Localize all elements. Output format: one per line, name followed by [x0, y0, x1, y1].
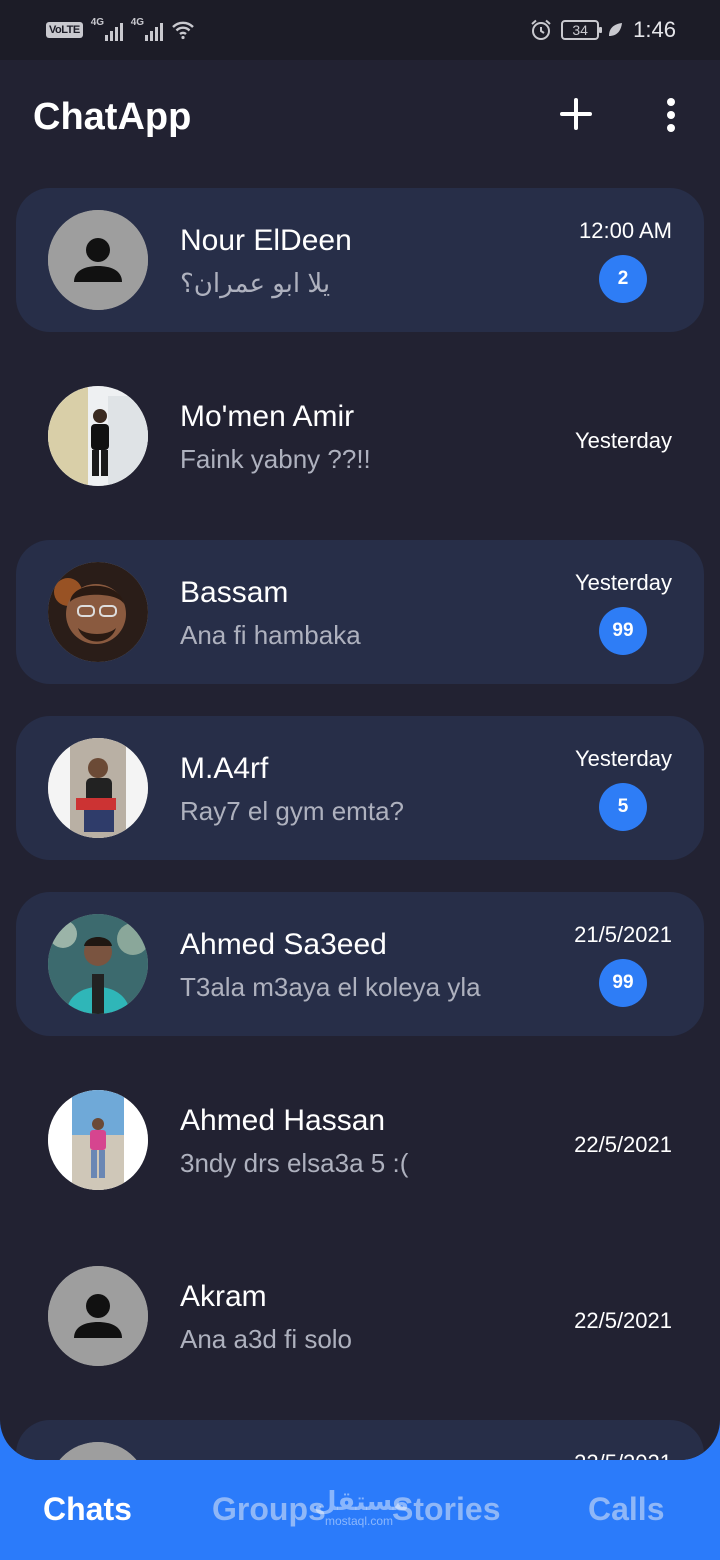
- signal-icon: 4G: [90, 17, 123, 41]
- last-message: 3ndy drs elsa3a 5 :(: [180, 1148, 409, 1178]
- chat-item[interactable]: Bassam Ana fi hambaka Yesterday 99: [16, 540, 704, 684]
- photo-avatar: [48, 386, 148, 486]
- status-left: VoLTE 4G 4G: [46, 17, 195, 41]
- watermark: مستقل mostaql.com: [314, 1486, 410, 1528]
- chat-item[interactable]: Ahmed Sa3eed T3ala m3aya el koleya yla 2…: [16, 892, 704, 1036]
- photo-avatar: [48, 1090, 148, 1190]
- message-time: 12:00 AM: [579, 218, 672, 243]
- message-time: Yesterday: [574, 428, 672, 453]
- message-time: Yesterday: [574, 570, 672, 595]
- message-time: 22/5/2021: [574, 1132, 672, 1157]
- chat-item[interactable]: Mo'men Amir Faink yabny ??!! Yesterday: [16, 364, 704, 508]
- volte-indicator: VoLTE: [46, 22, 83, 38]
- last-message: Ana a3d fi solo: [180, 1324, 353, 1354]
- network-type-label: 4G: [90, 17, 105, 28]
- default-person-avatar: [48, 1266, 148, 1366]
- contact-name: Ahmed Sa3eed: [180, 928, 387, 961]
- last-message: Faink yabny ??!!: [180, 444, 371, 474]
- chat-item[interactable]: M.A4rf Ray7 el gym emta? Yesterday 5: [16, 716, 704, 860]
- leaf-icon: [609, 23, 623, 36]
- contact-name: Nour ElDeen: [180, 224, 352, 257]
- photo-avatar: [48, 738, 148, 838]
- watermark-arabic: مستقل: [314, 1486, 410, 1516]
- message-time: 22/5/2021: [574, 1450, 672, 1460]
- chat-list: Nour ElDeen يلا ابو عمران؟ 12:00 AM 2 Mo…: [0, 188, 720, 1460]
- wifi-icon: [171, 21, 194, 40]
- plus-icon[interactable]: [556, 94, 596, 134]
- unread-badge: 2: [599, 255, 647, 303]
- chat-item[interactable]: 22/5/2021: [16, 1420, 704, 1460]
- chat-item[interactable]: Akram Ana a3d fi solo 22/5/2021: [16, 1244, 704, 1388]
- last-message: Ray7 el gym emta?: [180, 796, 404, 826]
- contact-name: Akram: [180, 1280, 267, 1313]
- contact-name: M.A4rf: [180, 752, 269, 785]
- last-message: T3ala m3aya el koleya yla: [180, 972, 481, 1002]
- contact-name: Mo'men Amir: [180, 400, 355, 433]
- last-message: يلا ابو عمران؟: [180, 268, 331, 298]
- signal-icon: 4G: [130, 17, 163, 41]
- network-type-label: 4G: [130, 17, 145, 28]
- photo-avatar: [48, 914, 148, 1014]
- bottom-tab-bar: Chats Groups Stories Calls مستقل mostaql…: [0, 1460, 720, 1560]
- app-bar: ChatApp: [0, 60, 720, 174]
- clock: 1:46: [633, 17, 676, 42]
- unread-badge: 99: [599, 959, 647, 1007]
- message-time: 21/5/2021: [574, 922, 672, 947]
- more-vert-icon[interactable]: [656, 94, 686, 134]
- contact-name: Ahmed Hassan: [180, 1104, 386, 1137]
- unread-badge: 99: [599, 607, 647, 655]
- tab-groups[interactable]: Groups: [212, 1491, 326, 1528]
- tab-chats[interactable]: Chats: [43, 1491, 132, 1528]
- default-person-avatar: [48, 210, 148, 310]
- default-person-avatar: [48, 1442, 148, 1460]
- message-time: Yesterday: [574, 746, 672, 771]
- alarm-icon: [531, 19, 551, 40]
- contact-name: Bassam: [180, 576, 289, 609]
- photo-avatar: [48, 562, 148, 662]
- app-screen: ChatApp Nour ElDeen يلا ابو عمران؟ 12:00…: [0, 60, 720, 1460]
- watermark-latin: mostaql.com: [324, 1514, 394, 1528]
- message-time: 22/5/2021: [574, 1308, 672, 1333]
- battery-icon: 34: [561, 20, 603, 40]
- chat-item[interactable]: Nour ElDeen يلا ابو عمران؟ 12:00 AM 2: [16, 188, 704, 332]
- tab-calls[interactable]: Calls: [588, 1491, 664, 1528]
- last-message: Ana fi hambaka: [180, 620, 361, 650]
- app-title: ChatApp: [33, 96, 192, 138]
- status-bar: VoLTE 4G 4G 34 1:46: [0, 0, 720, 60]
- chat-item[interactable]: Ahmed Hassan 3ndy drs elsa3a 5 :( 22/5/2…: [16, 1068, 704, 1212]
- unread-badge: 5: [599, 783, 647, 831]
- status-right: 34 1:46: [529, 17, 676, 43]
